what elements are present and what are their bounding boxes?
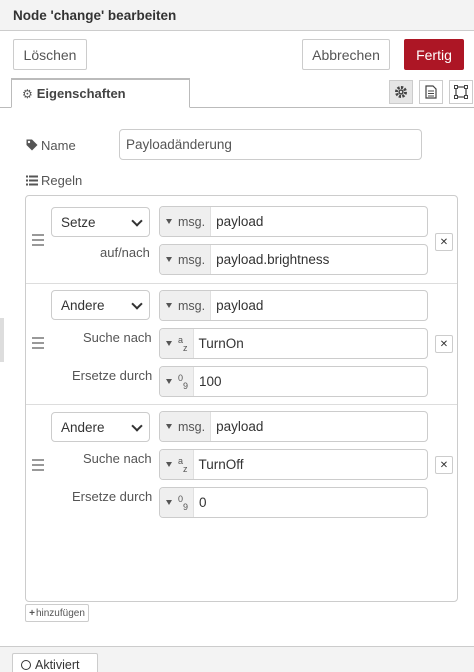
drag-handle-icon[interactable] (32, 337, 44, 352)
done-button[interactable]: Fertig (404, 39, 464, 70)
chevron-down-icon (131, 215, 143, 227)
cancel-button[interactable]: Abbrechen (302, 39, 390, 70)
node-description-tab[interactable] (419, 80, 443, 104)
gear-icon: ⚙ (22, 86, 33, 101)
gear-icon (395, 86, 407, 98)
rule-divider (26, 283, 457, 284)
rule-search-input[interactable]: az TurnOn (159, 328, 428, 359)
caret-down-icon (166, 303, 172, 308)
name-label-row: Name (26, 137, 76, 153)
rule-action-select[interactable]: Andere (51, 290, 150, 320)
search-label: Suche nach (83, 329, 152, 345)
rule-to-value: payload.brightness (216, 252, 330, 267)
type-selector[interactable]: 09 (160, 367, 195, 396)
caret-down-icon (166, 500, 172, 505)
close-icon: ✕ (439, 459, 449, 471)
drag-handle-icon[interactable] (32, 234, 44, 249)
number-type-icon: 09 (178, 372, 189, 391)
search-label: Suche nach (83, 450, 152, 466)
rule-replace-input[interactable]: 09 100 (159, 366, 428, 397)
tray-title: Node 'change' bearbeiten (13, 8, 177, 23)
caret-down-icon (166, 379, 172, 384)
list-icon (26, 175, 38, 185)
node-appearance-tab[interactable] (449, 80, 473, 104)
type-selector[interactable]: az (160, 450, 194, 479)
description-icon (425, 85, 437, 99)
node-settings-tab[interactable] (389, 80, 413, 104)
resize-handle[interactable] (0, 318, 4, 362)
close-icon: ✕ (439, 236, 449, 248)
rule-target-value: payload (216, 214, 264, 229)
type-selector[interactable]: msg. (160, 207, 212, 236)
edit-tray: Node 'change' bearbeiten Löschen Abbrech… (0, 0, 474, 672)
drag-handle-icon[interactable] (32, 459, 44, 474)
type-selector[interactable]: az (160, 329, 194, 358)
delete-rule-button[interactable]: ✕ (435, 335, 453, 353)
rule-target-input[interactable]: msg. payload (159, 290, 428, 321)
delete-rule-button[interactable]: ✕ (435, 456, 453, 474)
tab-properties[interactable]: ⚙ Eigenschaften (11, 78, 190, 108)
rule-action-value: Setze (61, 214, 96, 230)
rules-label: Regeln (41, 172, 83, 188)
add-rule-button[interactable]: + hinzufügen (25, 604, 89, 622)
rule-target-input[interactable]: msg. payload (159, 206, 428, 237)
delete-rule-button[interactable]: ✕ (435, 233, 453, 251)
chevron-down-icon (131, 298, 143, 310)
name-label: Name (41, 137, 76, 153)
replace-label: Ersetze durch (72, 367, 153, 383)
type-selector[interactable]: msg. (160, 245, 212, 274)
rule-target-value: payload (216, 419, 264, 434)
rule-replace-value: 100 (199, 374, 222, 389)
to-label: auf/nach (100, 244, 150, 260)
enabled-label: Aktiviert (35, 658, 80, 672)
string-type-icon: az (178, 455, 188, 474)
caret-down-icon (166, 424, 172, 429)
tray-header: Node 'change' bearbeiten (0, 0, 474, 31)
rule-search-value: TurnOff (198, 457, 244, 472)
rule-action-value: Andere (61, 419, 105, 435)
tab-bar: ⚙ Eigenschaften (0, 78, 474, 108)
rule-replace-input[interactable]: 09 0 (159, 487, 428, 518)
replace-label: Ersetze durch (72, 488, 153, 504)
rules-label-row: Regeln (26, 172, 82, 188)
circle-icon (21, 660, 31, 670)
type-selector[interactable]: 09 (160, 488, 195, 517)
rule-replace-value: 0 (199, 495, 207, 510)
chevron-down-icon (131, 420, 143, 432)
type-selector[interactable]: msg. (160, 412, 212, 441)
name-input[interactable]: Payloadänderung (119, 129, 422, 160)
rule-action-value: Andere (61, 297, 105, 313)
rule-target-value: payload (216, 298, 264, 313)
rule-action-select[interactable]: Setze (51, 207, 150, 237)
rule-divider (26, 404, 457, 405)
caret-down-icon (166, 257, 172, 262)
rule-to-input[interactable]: msg. payload.brightness (159, 244, 428, 275)
caret-down-icon (166, 462, 172, 467)
rule-search-value: TurnOn (198, 336, 244, 351)
delete-button[interactable]: Löschen (13, 39, 87, 70)
number-type-icon: 09 (178, 493, 189, 512)
close-icon: ✕ (439, 338, 449, 350)
rule-search-input[interactable]: az TurnOff (159, 449, 428, 480)
tag-icon (26, 139, 38, 151)
string-type-icon: az (178, 334, 188, 353)
tab-properties-label: Eigenschaften (36, 86, 126, 101)
rule-target-input[interactable]: msg. payload (159, 411, 428, 442)
add-rule-label: hinzufügen (35, 607, 85, 619)
rule-action-select[interactable]: Andere (51, 412, 150, 442)
plus-icon: + (29, 607, 35, 619)
tray-footer: Aktiviert (0, 646, 474, 672)
caret-down-icon (166, 341, 172, 346)
caret-down-icon (166, 219, 172, 224)
appearance-icon (454, 85, 468, 99)
type-selector[interactable]: msg. (160, 291, 212, 320)
enabled-toggle[interactable]: Aktiviert (12, 653, 98, 672)
